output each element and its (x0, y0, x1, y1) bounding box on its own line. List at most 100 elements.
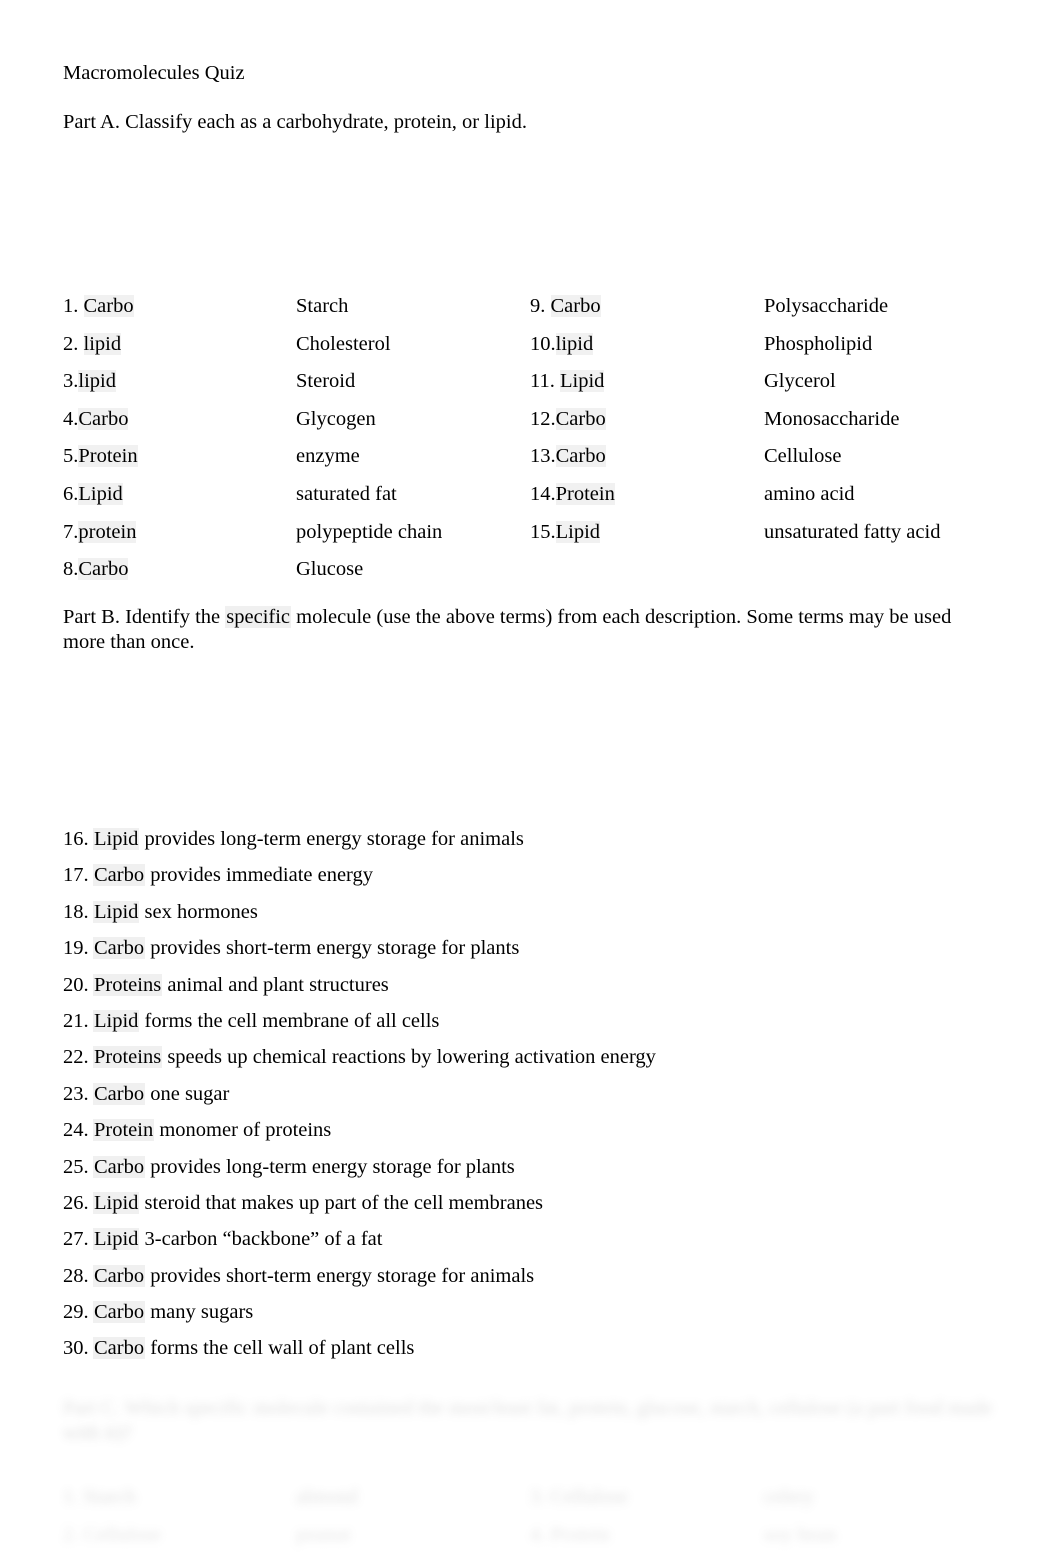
answer-word: Lipid (560, 370, 605, 393)
answer-word: Carbo (550, 295, 601, 317)
answer-word: Lipid (93, 1191, 140, 1214)
term-word-right: Polysaccharide (764, 295, 889, 317)
item-number: 4. (63, 407, 79, 430)
pc-cell-2: almond (296, 1486, 358, 1508)
answer-word: lipid (555, 332, 594, 355)
item-number: 11. (530, 370, 560, 393)
item-number: 7. (63, 520, 79, 543)
item-number: 25. (63, 1155, 89, 1178)
answer-word: Carbo (555, 407, 606, 430)
term-number-answer-right: 14.Protein (530, 481, 615, 508)
term-number-answer-right: 15.Lipid (530, 519, 601, 546)
term-word-right: Phospholipid (764, 332, 873, 355)
table-row: 2. Cellulose peanut 4. Protein soy bean (63, 1522, 993, 1560)
answer-word: lipid (83, 332, 122, 355)
item-number: 1. (63, 295, 84, 317)
part-b-heading-highlight: specific (225, 606, 292, 628)
table-row: 1. Starch almond 3. Cellulose celery (63, 1484, 993, 1522)
table-row: 3.lipid Steroid 11. Lipid Glycerol (63, 368, 993, 406)
item-number: 23. (63, 1082, 89, 1105)
item-number: 2. (63, 332, 84, 355)
item-description: speeds up chemical reactions by lowering… (162, 1046, 656, 1069)
answer-word: Carbo (93, 937, 146, 960)
item-description: provides long-term energy storage for pl… (145, 1155, 515, 1178)
answer-word: Proteins (93, 973, 163, 996)
list-item: 26. Lipid steroid that makes up part of … (63, 1189, 993, 1225)
item-text: Carbo provides long-term energy storage … (93, 1153, 515, 1181)
answer-word: Carbo (93, 1082, 146, 1105)
answer-word: Carbo (93, 1301, 146, 1324)
item-text: Proteins speeds up chemical reactions by… (93, 1043, 656, 1071)
document-page: Macromolecules Quiz Part A. Classify eac… (0, 0, 1062, 1561)
term-word-right: unsaturated fatty acid (764, 520, 941, 543)
answer-word: Proteins (93, 1046, 163, 1069)
item-description: provides short-term energy storage for p… (145, 937, 520, 960)
item-number: 26. (63, 1191, 89, 1214)
term-number-answer-right: 9. Carbo (530, 293, 601, 320)
page-fade-overlay (0, 1370, 1062, 1561)
item-description: forms the cell membrane of all cells (139, 1009, 440, 1032)
table-row: 2. lipid Cholesterol 10.lipid Phospholip… (63, 331, 993, 369)
answer-word: Lipid (93, 828, 140, 850)
term-word-right: Cellulose (764, 445, 842, 468)
term-number-answer-right: 12.Carbo (530, 406, 606, 433)
term-word-right: Glycerol (764, 370, 836, 393)
pc-cell-1: 2. Cellulose (63, 1523, 161, 1546)
list-item: 21. Lipid forms the cell membrane of all… (63, 1007, 993, 1043)
answer-word: Lipid (93, 1009, 140, 1032)
item-text: Carbo forms the cell wall of plant cells (93, 1334, 414, 1362)
pc-cell-3: 4. Protein (530, 1523, 610, 1546)
part-a-term-table: 1. Carbo Starch 9. Carbo Polysaccharide … (63, 293, 993, 594)
answer-word: Lipid (555, 520, 601, 543)
item-text: Carbo provides short-term energy storage… (93, 1262, 534, 1290)
item-description: provides immediate energy (145, 864, 374, 887)
term-number-answer-left: 6.Lipid (63, 481, 123, 508)
pc-cell-3: 3. Cellulose (530, 1486, 628, 1508)
term-word-right: Monosaccharide (764, 407, 900, 430)
list-item: 25. Carbo provides long-term energy stor… (63, 1153, 993, 1189)
answer-word: Carbo (93, 1337, 146, 1360)
page-title: Macromolecules Quiz (63, 62, 245, 84)
item-description: sex hormones (139, 900, 258, 923)
answer-word: Carbo (83, 295, 134, 317)
term-number-answer-left: 1. Carbo (63, 293, 134, 320)
item-description: forms the cell wall of plant cells (145, 1337, 415, 1360)
item-number: 15. (530, 520, 556, 543)
list-item: 28. Carbo provides short-term energy sto… (63, 1262, 993, 1298)
answer-word: Protein (555, 482, 615, 505)
term-word-left: Starch (296, 295, 349, 317)
item-number: 8. (63, 558, 79, 581)
item-number: 16. (63, 828, 89, 850)
part-a-heading: Part A. Classify each as a carbohydrate,… (63, 111, 527, 133)
term-word-left: Cholesterol (296, 332, 391, 355)
part-b-list: 16. Lipid provides long-term energy stor… (63, 825, 993, 1371)
item-description: monomer of proteins (154, 1119, 332, 1142)
item-number: 29. (63, 1301, 89, 1324)
table-row: 5.Protein enzyme 13.Carbo Cellulose (63, 443, 993, 481)
item-number: 18. (63, 900, 89, 923)
item-number: 22. (63, 1046, 89, 1069)
term-number-answer-right: 13.Carbo (530, 443, 606, 470)
item-number: 10. (530, 332, 556, 355)
item-description: one sugar (145, 1082, 230, 1105)
answer-word: Carbo (555, 445, 606, 468)
item-number: 21. (63, 1009, 89, 1032)
item-number: 17. (63, 864, 89, 887)
item-description: provides short-term energy storage for a… (145, 1264, 535, 1287)
term-number-answer-left: 7.protein (63, 519, 137, 546)
pc-cell-1: 1. Starch (63, 1486, 136, 1508)
term-word-left: saturated fat (296, 482, 397, 505)
list-item: 17. Carbo provides immediate energy (63, 861, 993, 897)
part-b-heading: Part B. Identify the specific molecule (… (63, 605, 981, 655)
answer-word: Carbo (93, 1155, 146, 1178)
pc-cell-4: soy bean (764, 1523, 837, 1546)
answer-word: Lipid (78, 482, 123, 505)
term-number-answer-left: 2. lipid (63, 331, 122, 358)
item-number: 6. (63, 482, 79, 505)
item-text: Protein monomer of proteins (93, 1116, 331, 1144)
item-text: Carbo provides immediate energy (93, 861, 373, 889)
item-description: provides long-term energy storage for an… (139, 828, 524, 850)
answer-word: Lipid (93, 900, 140, 923)
list-item: 24. Protein monomer of proteins (63, 1116, 993, 1152)
item-text: Carbo one sugar (93, 1080, 229, 1108)
